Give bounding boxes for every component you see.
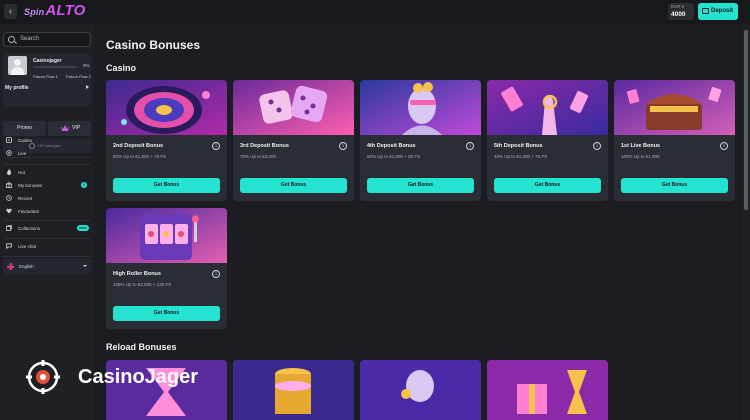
nav-item-recent[interactable]: Recent (3, 193, 91, 204)
card-description: 125% Up to €2,000 + 125 FS (113, 282, 172, 287)
avatar (8, 56, 27, 75)
heart-icon (6, 208, 12, 214)
info-icon[interactable]: i (212, 270, 220, 278)
info-icon[interactable]: i (466, 142, 474, 150)
casino-icon (6, 137, 12, 143)
divider (3, 164, 91, 165)
card-description: 100% Up to €1,000 (621, 154, 660, 159)
card-description: 60% Up to €1,000 + 50 FS (367, 154, 421, 159)
bonus-card: 4th Deposit Bonus i 60% Up to €1,000 + 5… (360, 80, 481, 201)
language-selector[interactable]: English (3, 259, 91, 274)
bonus-card: 2nd Deposit Bonus i 80% Up to €1,500 + 7… (106, 80, 227, 201)
coin-stack-image (233, 360, 354, 420)
chevron-left-icon: ‹ (9, 6, 12, 16)
uk-flag-icon (7, 263, 14, 270)
card-title: 5th Deposit Bonus (494, 143, 543, 149)
chat-icon (6, 243, 12, 249)
profile-card[interactable]: Casinojager 0% Falcon Flow 1 Falcon Flow… (3, 53, 91, 107)
nav-item-hot[interactable]: Hot (3, 167, 91, 178)
vip-button[interactable]: VIP (48, 121, 91, 136)
current-level: Falcon Flow 1 (33, 74, 58, 79)
info-icon[interactable]: i (593, 142, 601, 150)
chevron-right-icon (86, 85, 89, 89)
watermark: CasinoJager (26, 360, 216, 394)
divider (3, 238, 91, 239)
nav-item-favourites[interactable]: Favourites (3, 206, 91, 217)
balance-selector[interactable]: EUR ▾ 4000 (668, 3, 694, 20)
bonus-card (360, 360, 481, 420)
get-bonus-button[interactable]: Get Bonus (621, 178, 728, 193)
card-title: High Roller Bonus (113, 271, 161, 277)
collections-icon (6, 225, 12, 231)
card-description: 80% Up to €1,500 + 75 FS (113, 154, 167, 159)
level-progress-percent: 0% (83, 63, 90, 68)
bonus-card: High Roller Bonus i 125% Up to €2,000 + … (106, 208, 227, 329)
get-bonus-button[interactable]: Get Bonus (113, 306, 220, 321)
compass-logo-icon (26, 360, 60, 394)
gift-icon (6, 182, 12, 188)
gift-box-image (487, 360, 608, 420)
get-bonus-button[interactable]: Get Bonus (113, 178, 220, 193)
card-title: 3rd Deposit Bonus (240, 143, 289, 149)
card-title: 2nd Deposit Bonus (113, 143, 164, 149)
bonus-card (487, 360, 608, 420)
search-input[interactable]: Search (3, 32, 91, 47)
deposit-button[interactable]: Deposit (698, 3, 738, 20)
divider (3, 256, 91, 257)
get-bonus-button[interactable]: Get Bonus (494, 178, 601, 193)
promo-button[interactable]: Promo (3, 121, 46, 136)
section-title-reload: Reload Bonuses (106, 342, 177, 352)
statue-image (360, 80, 481, 135)
next-level: Falcon Flow 2 (66, 74, 91, 79)
goddess-image (360, 360, 481, 420)
nav-item-casino[interactable]: Casino (3, 135, 91, 146)
divider (3, 220, 91, 221)
treasure-chest-image (614, 80, 735, 135)
card-title: 1st Live Bonus (621, 143, 661, 149)
clock-icon (6, 195, 12, 201)
scrollbar-thumb[interactable] (744, 30, 748, 210)
flame-icon (7, 169, 11, 175)
chevron-down-icon (83, 265, 87, 267)
balance-currency: EUR ▾ (671, 4, 685, 9)
site-logo[interactable]: SpinALTO (24, 2, 86, 19)
my-profile-link[interactable]: My profile (5, 85, 89, 92)
nav-item-my-bonuses[interactable]: My bonuses 0 (3, 180, 91, 191)
new-badge: New (77, 225, 89, 231)
level-progress-bar (33, 66, 77, 68)
get-bonus-button[interactable]: Get Bonus (367, 178, 474, 193)
nav-item-collections[interactable]: Collections New (3, 223, 91, 234)
search-placeholder: Search (20, 36, 40, 42)
info-icon[interactable]: i (720, 142, 728, 150)
info-icon[interactable]: i (212, 142, 220, 150)
page-title: Casino Bonuses (106, 38, 201, 52)
watermark-text: CasinoJager (78, 366, 199, 388)
nav-item-live-chat[interactable]: Live chat (3, 241, 91, 252)
bonus-card: 3rd Deposit Bonus i 70% Up to €3,000 Get… (233, 80, 354, 201)
bonus-card: 1st Live Bonus i 100% Up to €1,000 Get B… (614, 80, 735, 201)
top-bar: ‹ SpinALTO EUR ▾ 4000 Deposit (0, 0, 750, 24)
username: Casinojager (33, 58, 62, 64)
search-icon (8, 36, 15, 43)
bonus-card (233, 360, 354, 420)
section-title-casino: Casino (106, 63, 137, 73)
nav-item-live[interactable]: Live (3, 148, 91, 159)
card-title: 4th Deposit Bonus (367, 143, 416, 149)
bonus-card: 5th Deposit Bonus i 40% Up to €1,000 + 7… (487, 80, 608, 201)
card-description: 70% Up to €3,000 (240, 154, 277, 159)
roulette-wheel-image (106, 80, 227, 135)
balance-amount: 4000 (671, 11, 686, 18)
card-description: 40% Up to €1,000 + 75 FS (494, 154, 548, 159)
hand-ring-image (487, 80, 608, 135)
back-button[interactable]: ‹ (4, 4, 17, 19)
slot-machine-image (106, 208, 227, 263)
dice-image (233, 80, 354, 135)
get-bonus-button[interactable]: Get Bonus (240, 178, 347, 193)
live-icon (6, 150, 12, 156)
crown-icon (61, 125, 69, 131)
bonus-count-badge: 0 (81, 182, 87, 188)
wallet-icon (702, 8, 709, 14)
info-icon[interactable]: i (339, 142, 347, 150)
